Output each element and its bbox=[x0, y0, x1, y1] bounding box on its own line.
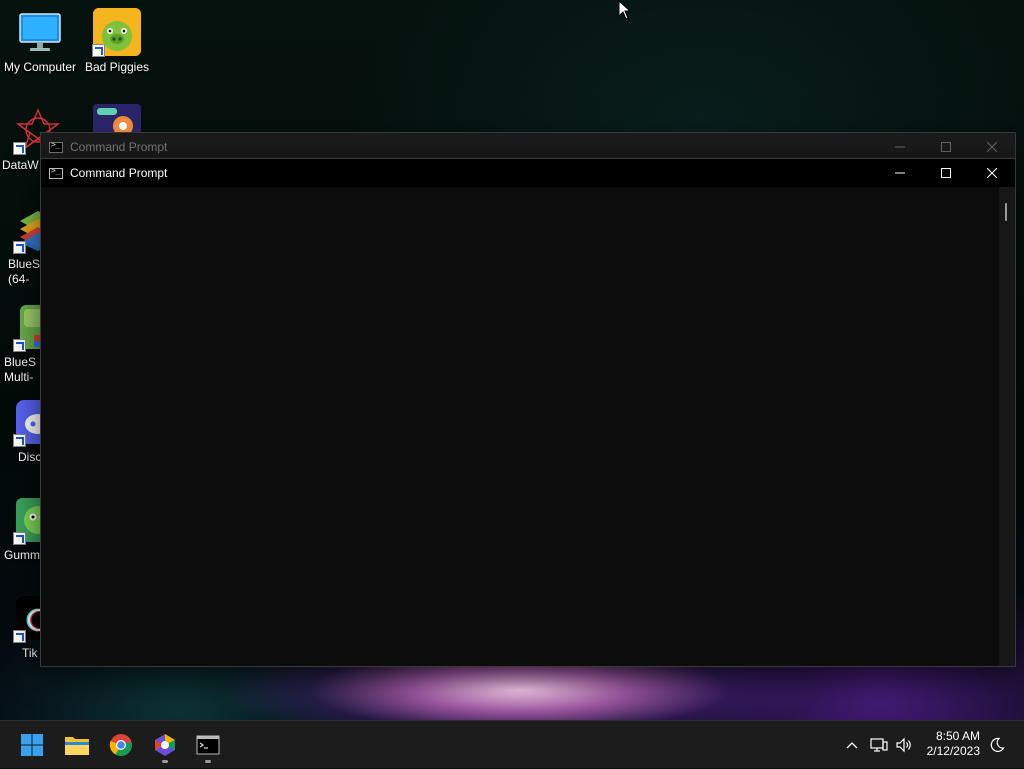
close-button[interactable] bbox=[969, 133, 1015, 161]
desktop-icon-label: Bad Piggies bbox=[84, 60, 150, 74]
app-icon bbox=[155, 734, 175, 756]
minimize-icon bbox=[895, 146, 905, 148]
start-button[interactable] bbox=[16, 729, 48, 761]
desktop-icon-label: BlueS (64- bbox=[8, 257, 41, 286]
app-tile-icon bbox=[93, 104, 141, 132]
hidden-desktop-icon[interactable] bbox=[77, 104, 157, 132]
shortcut-arrow-icon bbox=[13, 339, 26, 352]
vertical-scrollbar[interactable] bbox=[999, 187, 1015, 666]
command-prompt-icon bbox=[49, 166, 63, 179]
network-icon bbox=[870, 738, 888, 752]
maximize-icon bbox=[941, 142, 951, 152]
desktop: My Computer Bad Piggies DataW BlueS (64-… bbox=[0, 0, 1024, 720]
network-button[interactable] bbox=[868, 721, 890, 769]
maximize-icon bbox=[941, 168, 951, 178]
window-controls bbox=[877, 133, 1015, 161]
maximize-button[interactable] bbox=[923, 159, 969, 187]
window-controls bbox=[877, 159, 1015, 187]
title-bar[interactable]: Command Prompt bbox=[41, 159, 1015, 187]
close-icon bbox=[987, 168, 997, 178]
window-title: Command Prompt bbox=[70, 166, 168, 180]
app-button[interactable] bbox=[149, 729, 181, 763]
bad-piggies-desktop-icon[interactable]: Bad Piggies bbox=[77, 8, 157, 75]
minimize-button[interactable] bbox=[877, 159, 923, 187]
maximize-button[interactable] bbox=[923, 133, 969, 161]
command-prompt-window[interactable]: Command Prompt bbox=[40, 158, 1016, 667]
running-indicator bbox=[162, 760, 168, 763]
scrollbar-thumb[interactable] bbox=[1005, 203, 1007, 221]
desktop-icon-label: My Computer bbox=[3, 60, 77, 74]
close-button[interactable] bbox=[969, 159, 1015, 187]
show-hidden-icons-button[interactable] bbox=[842, 721, 862, 769]
title-bar[interactable]: Command Prompt bbox=[41, 133, 1015, 161]
shortcut-arrow-icon bbox=[13, 241, 26, 254]
start-icon bbox=[21, 734, 43, 756]
terminal-button[interactable] bbox=[192, 729, 224, 763]
terminal-icon bbox=[196, 735, 220, 755]
clock[interactable]: 8:50 AM 2/12/2023 bbox=[927, 729, 980, 759]
shortcut-arrow-icon bbox=[13, 532, 26, 545]
chrome-icon bbox=[109, 734, 132, 756]
speaker-icon bbox=[896, 737, 911, 753]
shortcut-arrow-icon bbox=[13, 630, 26, 643]
bad-piggies-icon bbox=[92, 8, 141, 57]
shortcut-arrow-icon bbox=[92, 44, 105, 57]
desktop-icon-label: Gumm bbox=[4, 548, 40, 562]
console-output-area[interactable] bbox=[41, 187, 1015, 666]
window-title: Command Prompt bbox=[70, 140, 168, 154]
minimize-icon bbox=[895, 172, 905, 174]
my-computer-desktop-icon[interactable]: My Computer bbox=[0, 8, 80, 75]
running-indicator bbox=[205, 760, 211, 763]
taskbar: 8:50 AM 2/12/2023 bbox=[0, 720, 1024, 768]
notifications-button[interactable] bbox=[986, 721, 1008, 769]
file-explorer-button[interactable] bbox=[61, 729, 93, 761]
clock-time: 8:50 AM bbox=[935, 729, 980, 743]
monitor-icon bbox=[16, 8, 64, 56]
close-icon bbox=[987, 142, 997, 152]
shortcut-arrow-icon bbox=[13, 434, 26, 447]
desktop-icon-label: BlueS Multi- bbox=[4, 355, 37, 384]
volume-button[interactable] bbox=[893, 721, 915, 769]
clock-date: 2/12/2023 bbox=[926, 744, 980, 758]
chevron-up-icon bbox=[846, 742, 858, 749]
moon-icon bbox=[990, 737, 1005, 752]
chrome-button[interactable] bbox=[105, 729, 137, 761]
shortcut-arrow-icon bbox=[13, 142, 26, 155]
minimize-button[interactable] bbox=[877, 133, 923, 161]
command-prompt-icon bbox=[49, 140, 63, 153]
mouse-cursor-icon bbox=[618, 0, 632, 25]
file-explorer-icon bbox=[65, 737, 89, 755]
